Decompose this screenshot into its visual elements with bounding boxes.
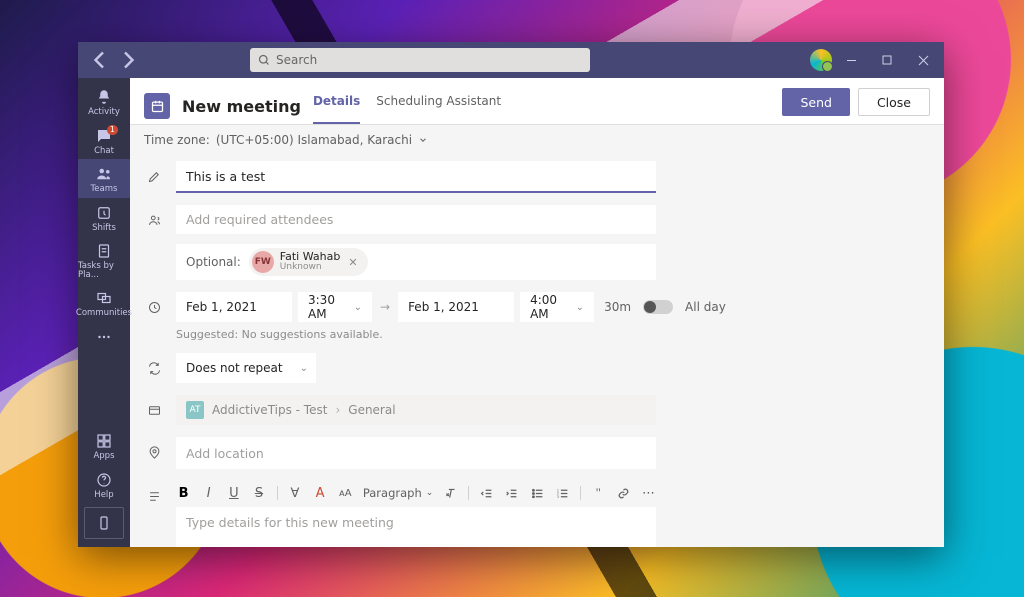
apps-icon: [95, 432, 113, 450]
start-time-input[interactable]: 3:30 AM⌄: [298, 292, 372, 322]
start-date-input[interactable]: Feb 1, 2021: [176, 292, 292, 322]
channel-name: General: [348, 403, 395, 417]
tab-scheduling-assistant[interactable]: Scheduling Assistant: [376, 88, 501, 124]
attendee-avatar: FW: [252, 251, 274, 273]
optional-label: Optional:: [186, 255, 241, 269]
chevron-right-icon: ›: [335, 403, 340, 417]
rail-help[interactable]: Help: [78, 465, 130, 504]
end-time-input[interactable]: 4:00 AM⌄: [520, 292, 594, 322]
clear-format-button[interactable]: [443, 487, 458, 500]
highlight-button[interactable]: ∀: [287, 486, 302, 501]
page-title: New meeting: [182, 97, 301, 116]
pencil-icon: [144, 161, 164, 184]
rail-tasks[interactable]: Tasks by Pla...: [78, 236, 130, 283]
channel-picker[interactable]: AT AddictiveTips - Test › General: [176, 395, 656, 425]
communities-icon: [95, 289, 113, 307]
end-date-input[interactable]: Feb 1, 2021: [398, 292, 514, 322]
search-placeholder: Search: [276, 53, 317, 67]
paragraph-style-select[interactable]: Paragraph ⌄: [363, 486, 433, 500]
timezone-value: (UTC+05:00) Islamabad, Karachi: [216, 133, 412, 147]
chevron-down-icon: [418, 135, 428, 145]
attendee-chip[interactable]: FW Fati Wahab Unknown ✕: [249, 248, 368, 276]
optional-attendees-row[interactable]: Optional: FW Fati Wahab Unknown ✕: [176, 244, 656, 280]
recurrence-select[interactable]: Does not repeat⌄: [176, 353, 316, 383]
nav-back-button[interactable]: [88, 48, 112, 72]
tab-details[interactable]: Details: [313, 88, 360, 124]
channel-team: AddictiveTips - Test: [212, 403, 327, 417]
shifts-icon: [95, 204, 113, 222]
font-size-button[interactable]: ᴀA: [338, 488, 353, 499]
indent-button[interactable]: [504, 487, 519, 500]
rail-teams[interactable]: Teams: [78, 159, 130, 198]
repeat-icon: [144, 353, 164, 376]
calendar-icon: [144, 93, 170, 119]
search-input[interactable]: Search: [250, 48, 590, 72]
app-rail: Activity 1 Chat Teams Shifts Tasks by Pl…: [78, 78, 130, 547]
user-avatar[interactable]: [810, 49, 832, 71]
rail-activity[interactable]: Activity: [78, 82, 130, 121]
rail-chat[interactable]: 1 Chat: [78, 121, 130, 160]
font-color-button[interactable]: A: [313, 486, 328, 501]
quote-button[interactable]: ": [591, 485, 606, 501]
content-area: New meeting Details Scheduling Assistant…: [130, 78, 944, 547]
meeting-title-input[interactable]: [176, 161, 656, 193]
description-icon: [144, 481, 164, 504]
window-maximize-button[interactable]: [870, 44, 904, 76]
svg-text:3: 3: [557, 494, 559, 498]
suggestions-hint: Suggested: No suggestions available.: [176, 328, 930, 341]
help-icon: [95, 471, 113, 489]
underline-button[interactable]: U: [226, 486, 241, 501]
toolbar-more-button[interactable]: ⋯: [641, 486, 656, 501]
channel-icon: [144, 395, 164, 418]
window-close-button[interactable]: [906, 44, 940, 76]
duration-label: 30m: [604, 300, 631, 314]
nav-forward-button[interactable]: [116, 48, 140, 72]
attendee-sub: Unknown: [280, 263, 341, 273]
device-icon: [95, 514, 113, 532]
outdent-button[interactable]: [479, 487, 494, 500]
timezone-prefix: Time zone:: [144, 133, 210, 147]
rail-communities[interactable]: Communities: [78, 283, 130, 322]
rail-apps[interactable]: Apps: [78, 426, 130, 465]
details-textarea[interactable]: Type details for this new meeting: [176, 507, 656, 547]
italic-button[interactable]: I: [201, 486, 216, 501]
rail-device[interactable]: [84, 507, 124, 539]
send-button[interactable]: Send: [782, 88, 849, 116]
bold-button[interactable]: B: [176, 486, 191, 501]
people-icon: [144, 205, 164, 228]
titlebar: Search: [78, 42, 944, 78]
location-icon: [144, 437, 164, 460]
search-icon: [258, 54, 270, 66]
tasks-icon: [95, 242, 113, 260]
link-button[interactable]: [616, 487, 631, 500]
rail-shifts[interactable]: Shifts: [78, 198, 130, 237]
rail-more[interactable]: [78, 322, 130, 350]
location-input[interactable]: [176, 437, 656, 469]
richtext-toolbar: B I U S ∀ A ᴀA Paragraph ⌄: [176, 481, 656, 507]
close-button[interactable]: Close: [858, 88, 930, 116]
page-header: New meeting Details Scheduling Assistant…: [130, 78, 944, 125]
teams-icon: [95, 165, 113, 183]
allday-toggle[interactable]: [643, 300, 673, 314]
team-badge-icon: AT: [186, 401, 204, 419]
required-attendees-input[interactable]: Add required attendees: [176, 205, 656, 234]
remove-attendee-button[interactable]: ✕: [346, 256, 359, 269]
strike-button[interactable]: S: [251, 486, 266, 501]
timezone-row[interactable]: Time zone: (UTC+05:00) Islamabad, Karach…: [130, 125, 944, 155]
more-icon: [95, 328, 113, 346]
teams-window: Search Activity 1 Chat Teams: [78, 42, 944, 547]
allday-label: All day: [685, 300, 726, 314]
window-minimize-button[interactable]: [834, 44, 868, 76]
bullet-list-button[interactable]: [530, 487, 545, 500]
clock-icon: [144, 292, 164, 315]
arrow-right-icon: →: [378, 300, 392, 314]
chat-badge: 1: [107, 125, 118, 135]
number-list-button[interactable]: 123: [555, 487, 570, 500]
bell-icon: [95, 88, 113, 106]
